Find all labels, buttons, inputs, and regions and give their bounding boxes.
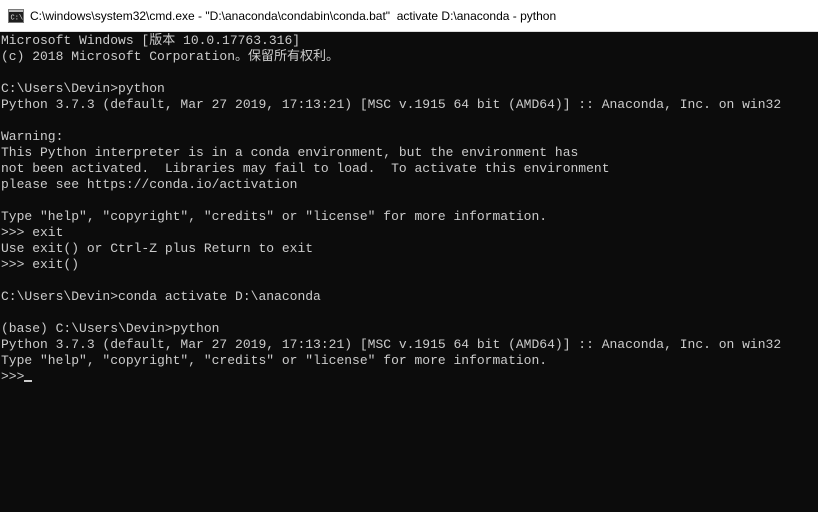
console-line: C:\Users\Devin>conda activate D:\anacond… <box>1 289 321 304</box>
prompt-line[interactable]: >>> <box>1 369 818 385</box>
console-line: Microsoft Windows [版本 10.0.17763.316] <box>1 33 301 48</box>
python-prompt: >>> <box>1 369 25 384</box>
console-line: Python 3.7.3 (default, Mar 27 2019, 17:1… <box>1 337 782 352</box>
console-line: This Python interpreter is in a conda en… <box>1 145 579 160</box>
svg-text:C:\: C:\ <box>11 14 24 22</box>
console-line: please see https://conda.io/activation <box>1 177 298 192</box>
cmd-window: C:\ C:\windows\system32\cmd.exe - "D:\an… <box>0 0 818 512</box>
window-title: C:\windows\system32\cmd.exe - "D:\anacon… <box>30 8 557 23</box>
text-cursor <box>24 380 33 382</box>
console-line: C:\Users\Devin>python <box>1 81 165 96</box>
console-line: Type "help", "copyright", "credits" or "… <box>1 353 548 368</box>
console-line: (base) C:\Users\Devin>python <box>1 321 220 336</box>
console-line: (c) 2018 Microsoft Corporation。保留所有权利。 <box>1 49 340 64</box>
console-line: Type "help", "copyright", "credits" or "… <box>1 209 548 224</box>
title-bar[interactable]: C:\ C:\windows\system32\cmd.exe - "D:\an… <box>0 0 818 32</box>
console-line: Python 3.7.3 (default, Mar 27 2019, 17:1… <box>1 97 782 112</box>
console-line: Warning: <box>1 129 64 144</box>
cmd-icon: C:\ <box>8 8 24 24</box>
console-output[interactable]: Microsoft Windows [版本 10.0.17763.316] (c… <box>0 32 818 512</box>
console-line: Use exit() or Ctrl-Z plus Return to exit <box>1 241 314 256</box>
console-line: not been activated. Libraries may fail t… <box>1 161 610 176</box>
console-line: >>> exit() <box>1 257 80 272</box>
console-line: >>> exit <box>1 225 64 240</box>
